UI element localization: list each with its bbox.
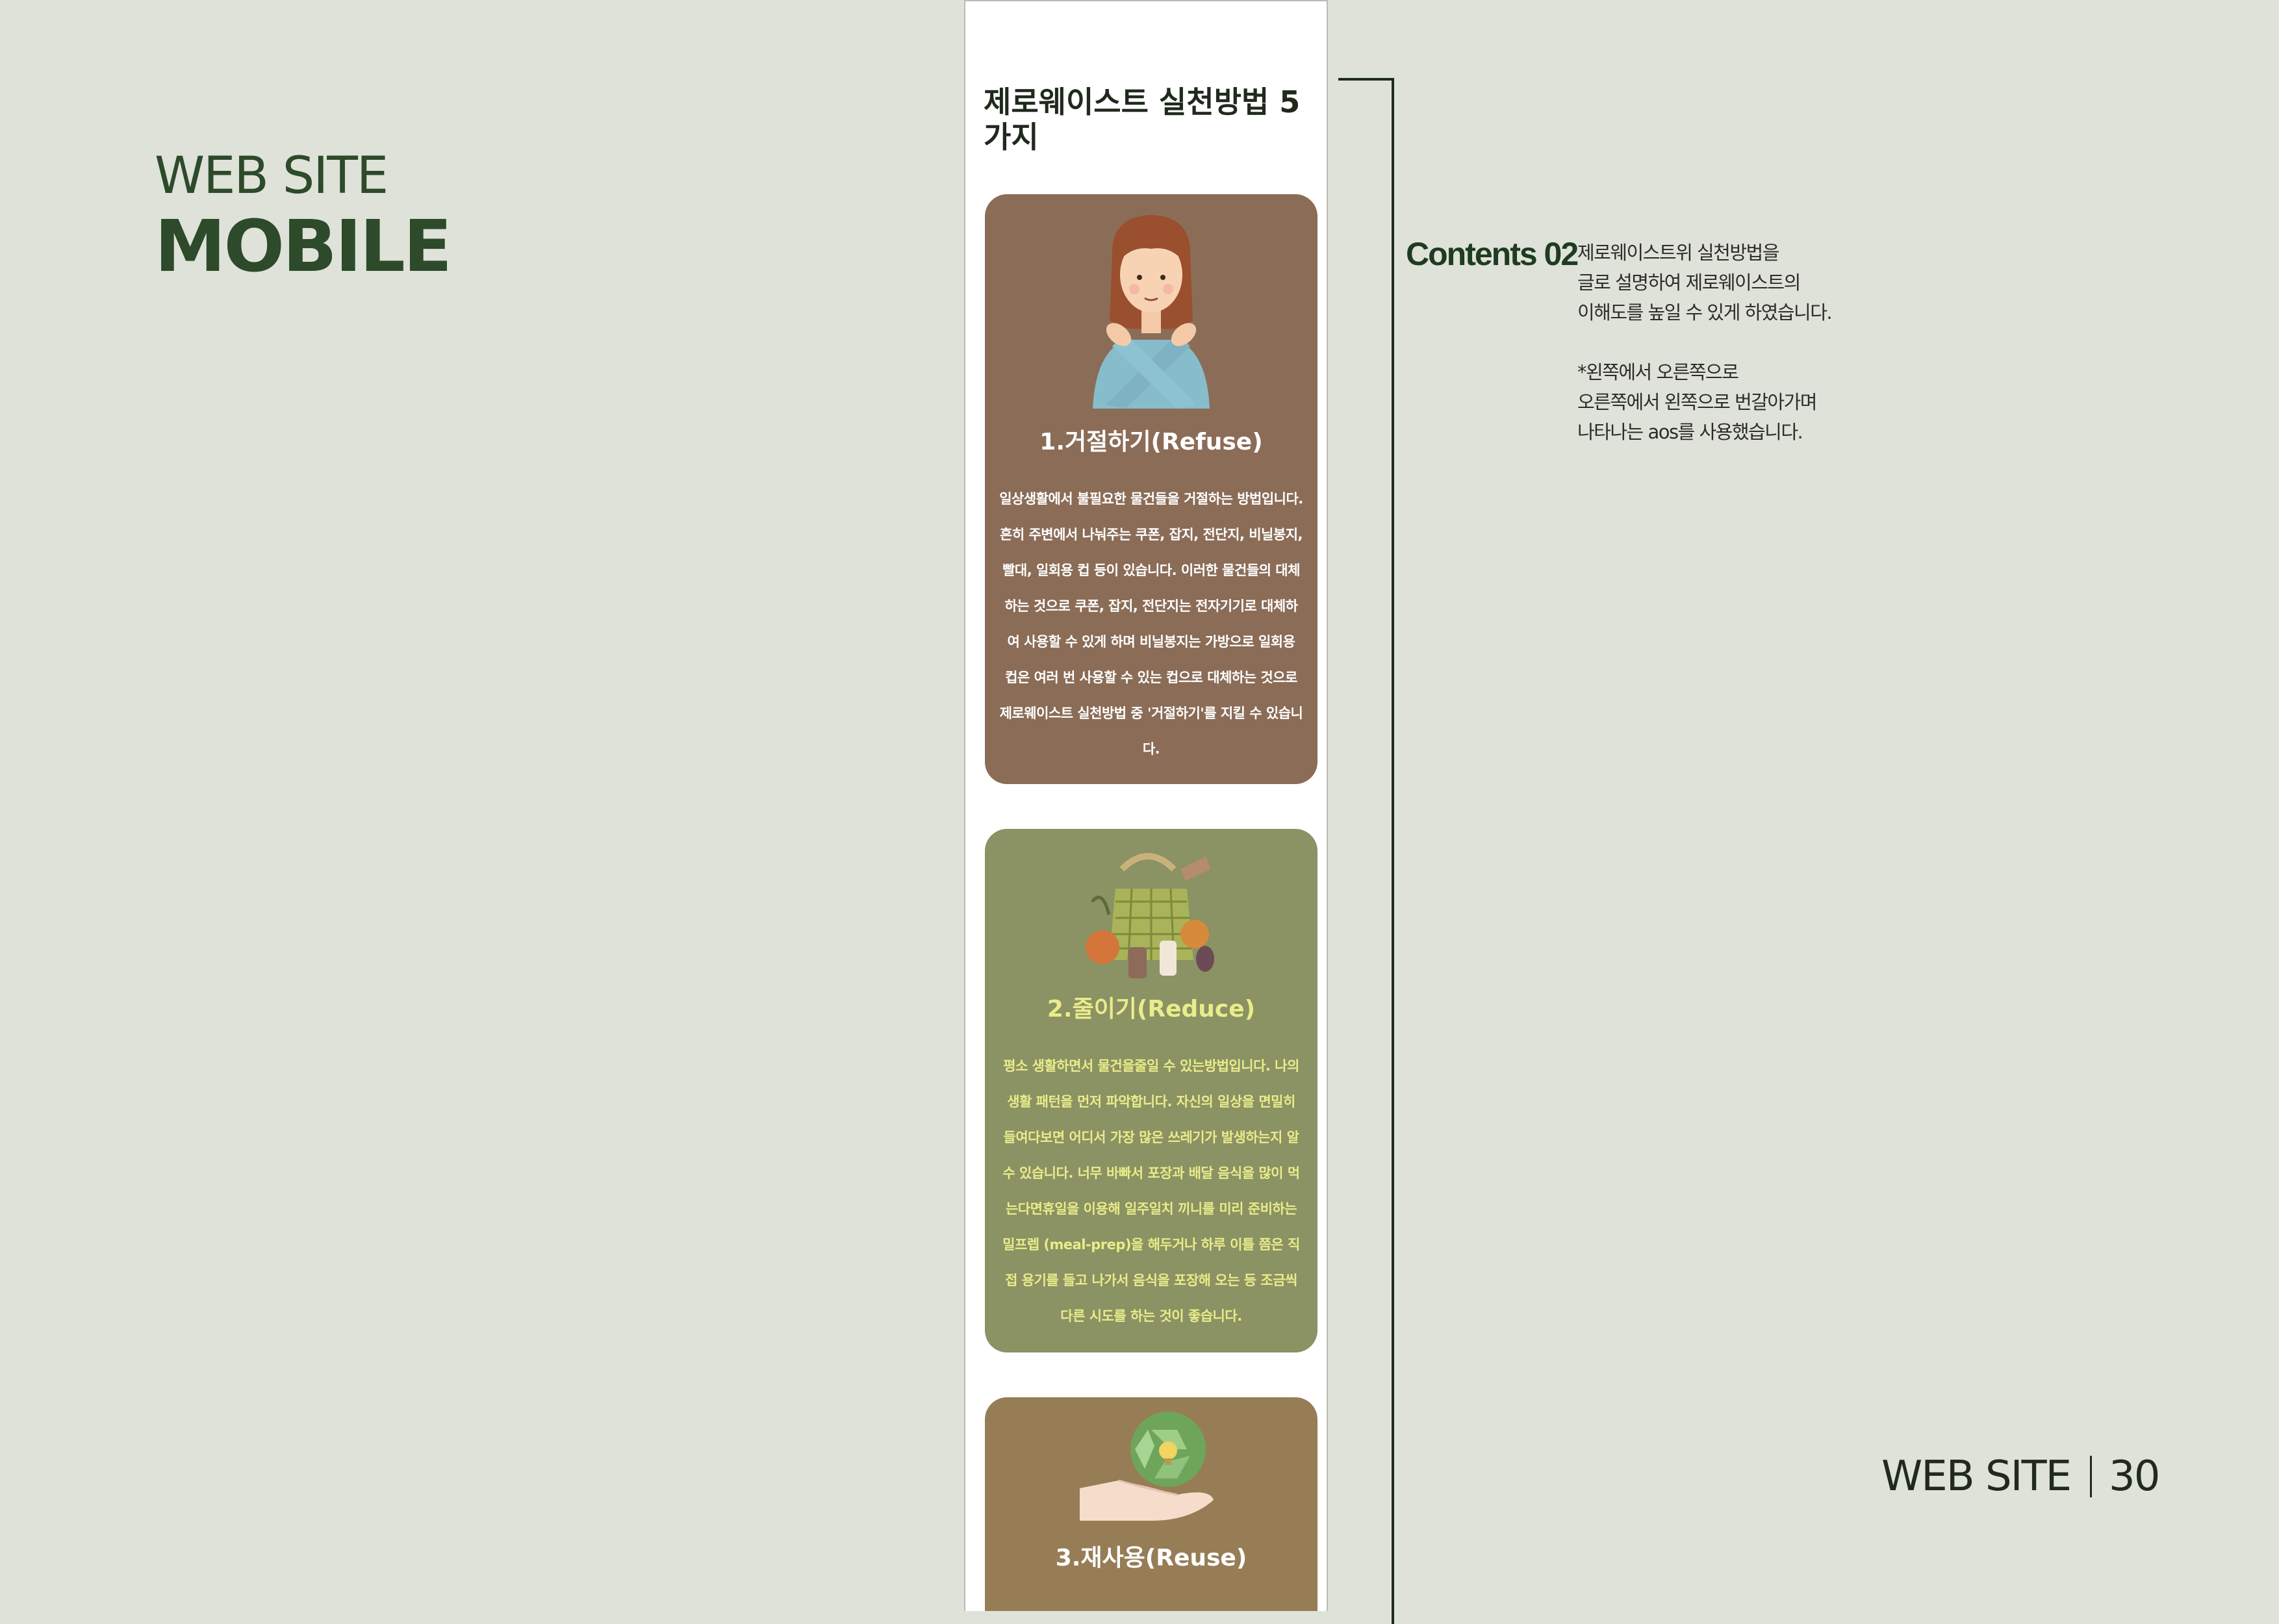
description-line: 오른쪽에서 왼쪽으로 번갈아가며 bbox=[1577, 391, 1817, 413]
description-line: 이해도를 높일 수 있게 하였습니다. bbox=[1577, 301, 1833, 324]
description-line: 글로 설명하여 제로웨이스트의 bbox=[1577, 272, 1801, 294]
description-text: 제로웨이스트위 실천방법을 글로 설명하여 제로웨이스트의 이해도를 높일 수 … bbox=[1577, 238, 1833, 447]
card-body: 일상생활에서 불필요한 물건들을 거절하는 방법입니다. 흔히 주변에서 나눠주… bbox=[999, 491, 1303, 757]
card-reuse: 3.재사용(Reuse) bbox=[985, 1397, 1318, 1611]
description-line: 제로웨이스트위 실천방법을 bbox=[1577, 242, 1779, 264]
mobile-screen: 제로웨이스트 실천방법 5가지 1.거절하기(Refuse) 일상생활에서 불필… bbox=[964, 0, 1328, 1611]
heading-subtitle: WEB SITE bbox=[155, 147, 388, 205]
section-heading: WEB SITE MOBILE bbox=[155, 147, 452, 288]
card-reduce: 2.줄이기(Reduce) 평소 생활하면서 물건을줄일 수 있는방법입니다. … bbox=[985, 829, 1318, 1352]
footer-divider bbox=[2090, 1456, 2092, 1497]
reusable-bag-illustration bbox=[1086, 853, 1214, 978]
card-refuse: 1.거절하기(Refuse) 일상생활에서 불필요한 물건들을 거절하는 방법입… bbox=[985, 194, 1318, 784]
bracket-connector bbox=[1338, 78, 1394, 1624]
woman-crossed-arms-illustration bbox=[1093, 215, 1210, 409]
page-number: 30 bbox=[2109, 1453, 2160, 1501]
contents-label: Contents 02 bbox=[1406, 236, 1579, 272]
page-footer: WEB SITE 30 bbox=[1881, 1453, 2160, 1501]
card-body: 평소 생활하면서 물건을줄일 수 있는방법입니다. 나의 생활 패턴을 먼저 파… bbox=[1002, 1058, 1300, 1324]
page-title: 제로웨이스트 실천방법 5가지 bbox=[984, 84, 1301, 155]
card-title: 1.거절하기(Refuse) bbox=[1039, 429, 1263, 455]
card-title: 3.재사용(Reuse) bbox=[1055, 1545, 1247, 1571]
description-line: *왼쪽에서 오른쪽으로 bbox=[1577, 361, 1739, 383]
recycle-hand-illustration bbox=[1080, 1412, 1214, 1521]
description-line: 나타나는 aos를 사용했습니다. bbox=[1577, 421, 1803, 443]
footer-section: WEB SITE bbox=[1881, 1453, 2072, 1501]
heading-title: MOBILE bbox=[155, 205, 452, 288]
card-title: 2.줄이기(Reduce) bbox=[1047, 996, 1256, 1022]
